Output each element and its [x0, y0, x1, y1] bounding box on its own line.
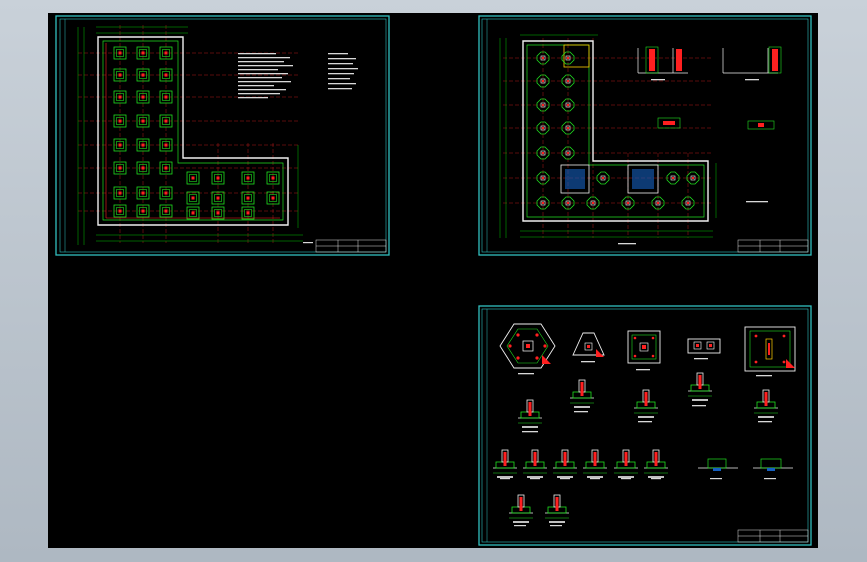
sheet-column-plan[interactable] [478, 15, 812, 256]
sheet-footing-details[interactable] [478, 305, 812, 546]
sheet-foundation-plan[interactable] [55, 15, 390, 256]
drawing-canvas[interactable] [48, 13, 818, 548]
